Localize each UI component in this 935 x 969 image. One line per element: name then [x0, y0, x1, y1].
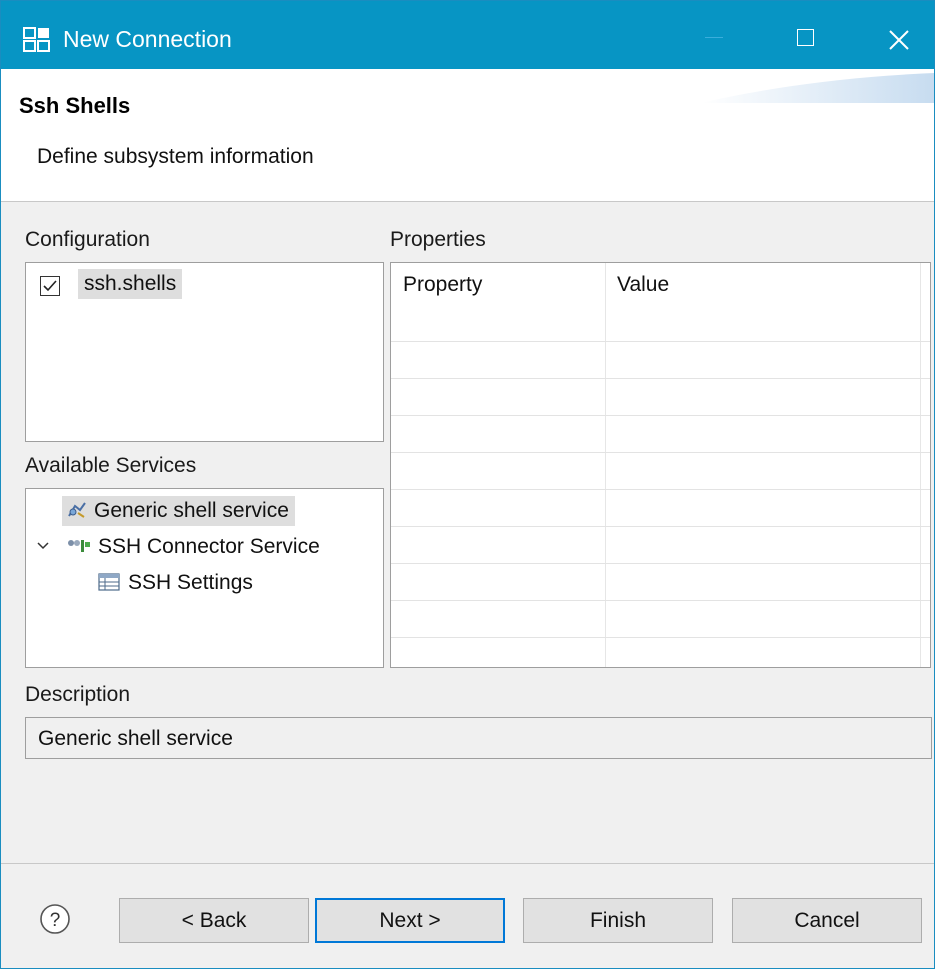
table-row — [391, 489, 930, 490]
description-label: Description — [25, 683, 131, 706]
help-icon[interactable]: ? — [39, 903, 71, 935]
new-connection-dialog: New Connection Ssh Shells Define subsyst… — [0, 0, 935, 969]
chevron-down-icon[interactable] — [36, 541, 50, 551]
close-icon[interactable] — [881, 23, 917, 57]
next-button[interactable]: Next > — [315, 898, 505, 943]
maximize-icon[interactable] — [797, 29, 814, 46]
services-tree[interactable]: Generic shell service SSH Connector Serv… — [25, 488, 384, 668]
minimize-icon[interactable] — [705, 37, 723, 38]
column-header-value[interactable]: Value — [617, 273, 669, 297]
table-row — [391, 526, 930, 527]
properties-label: Properties — [390, 228, 486, 251]
window-title: New Connection — [63, 26, 232, 52]
app-icon — [23, 27, 50, 52]
shell-service-icon — [68, 502, 86, 518]
table-icon — [98, 573, 120, 591]
footer-divider — [1, 863, 934, 864]
column-divider[interactable] — [605, 263, 606, 667]
tree-item-generic-shell-service[interactable]: Generic shell service — [62, 496, 295, 526]
title-bar[interactable]: New Connection — [1, 1, 934, 69]
table-row — [391, 341, 930, 342]
table-row — [391, 378, 930, 379]
table-row — [391, 452, 930, 453]
wizard-header: Ssh Shells Define subsystem information — [1, 69, 934, 202]
description-field: Generic shell service — [25, 717, 932, 759]
config-item-ssh-shells[interactable]: ssh.shells — [78, 269, 183, 299]
configuration-label: Configuration — [25, 228, 150, 251]
svg-text:?: ? — [50, 910, 61, 931]
tree-item-ssh-settings[interactable]: SSH Settings — [98, 571, 253, 595]
tree-item-label: SSH Settings — [128, 571, 253, 594]
description-value: Generic shell service — [38, 727, 233, 750]
ssh-shells-checkbox[interactable] — [40, 276, 60, 296]
properties-table-header: Property Value — [391, 263, 930, 341]
table-row — [391, 563, 930, 564]
page-description: Define subsystem information — [37, 145, 314, 168]
banner-graphic — [701, 73, 934, 103]
available-services-label: Available Services — [25, 454, 197, 477]
column-header-property[interactable]: Property — [403, 273, 482, 297]
configuration-list[interactable]: ssh.shells — [25, 262, 384, 442]
table-row — [391, 600, 930, 601]
tree-item-ssh-connector-service[interactable]: SSH Connector Service — [66, 535, 320, 559]
cancel-button[interactable]: Cancel — [732, 898, 922, 943]
back-button[interactable]: < Back — [119, 898, 309, 943]
table-row — [391, 415, 930, 416]
column-divider[interactable] — [920, 263, 921, 667]
properties-table[interactable]: Property Value — [390, 262, 931, 668]
check-icon — [43, 280, 57, 292]
tree-item-label: Generic shell service — [94, 499, 289, 522]
connector-icon — [68, 540, 90, 552]
table-row — [391, 637, 930, 638]
tree-item-label: SSH Connector Service — [98, 535, 320, 558]
finish-button[interactable]: Finish — [523, 898, 713, 943]
page-title: Ssh Shells — [19, 93, 131, 118]
